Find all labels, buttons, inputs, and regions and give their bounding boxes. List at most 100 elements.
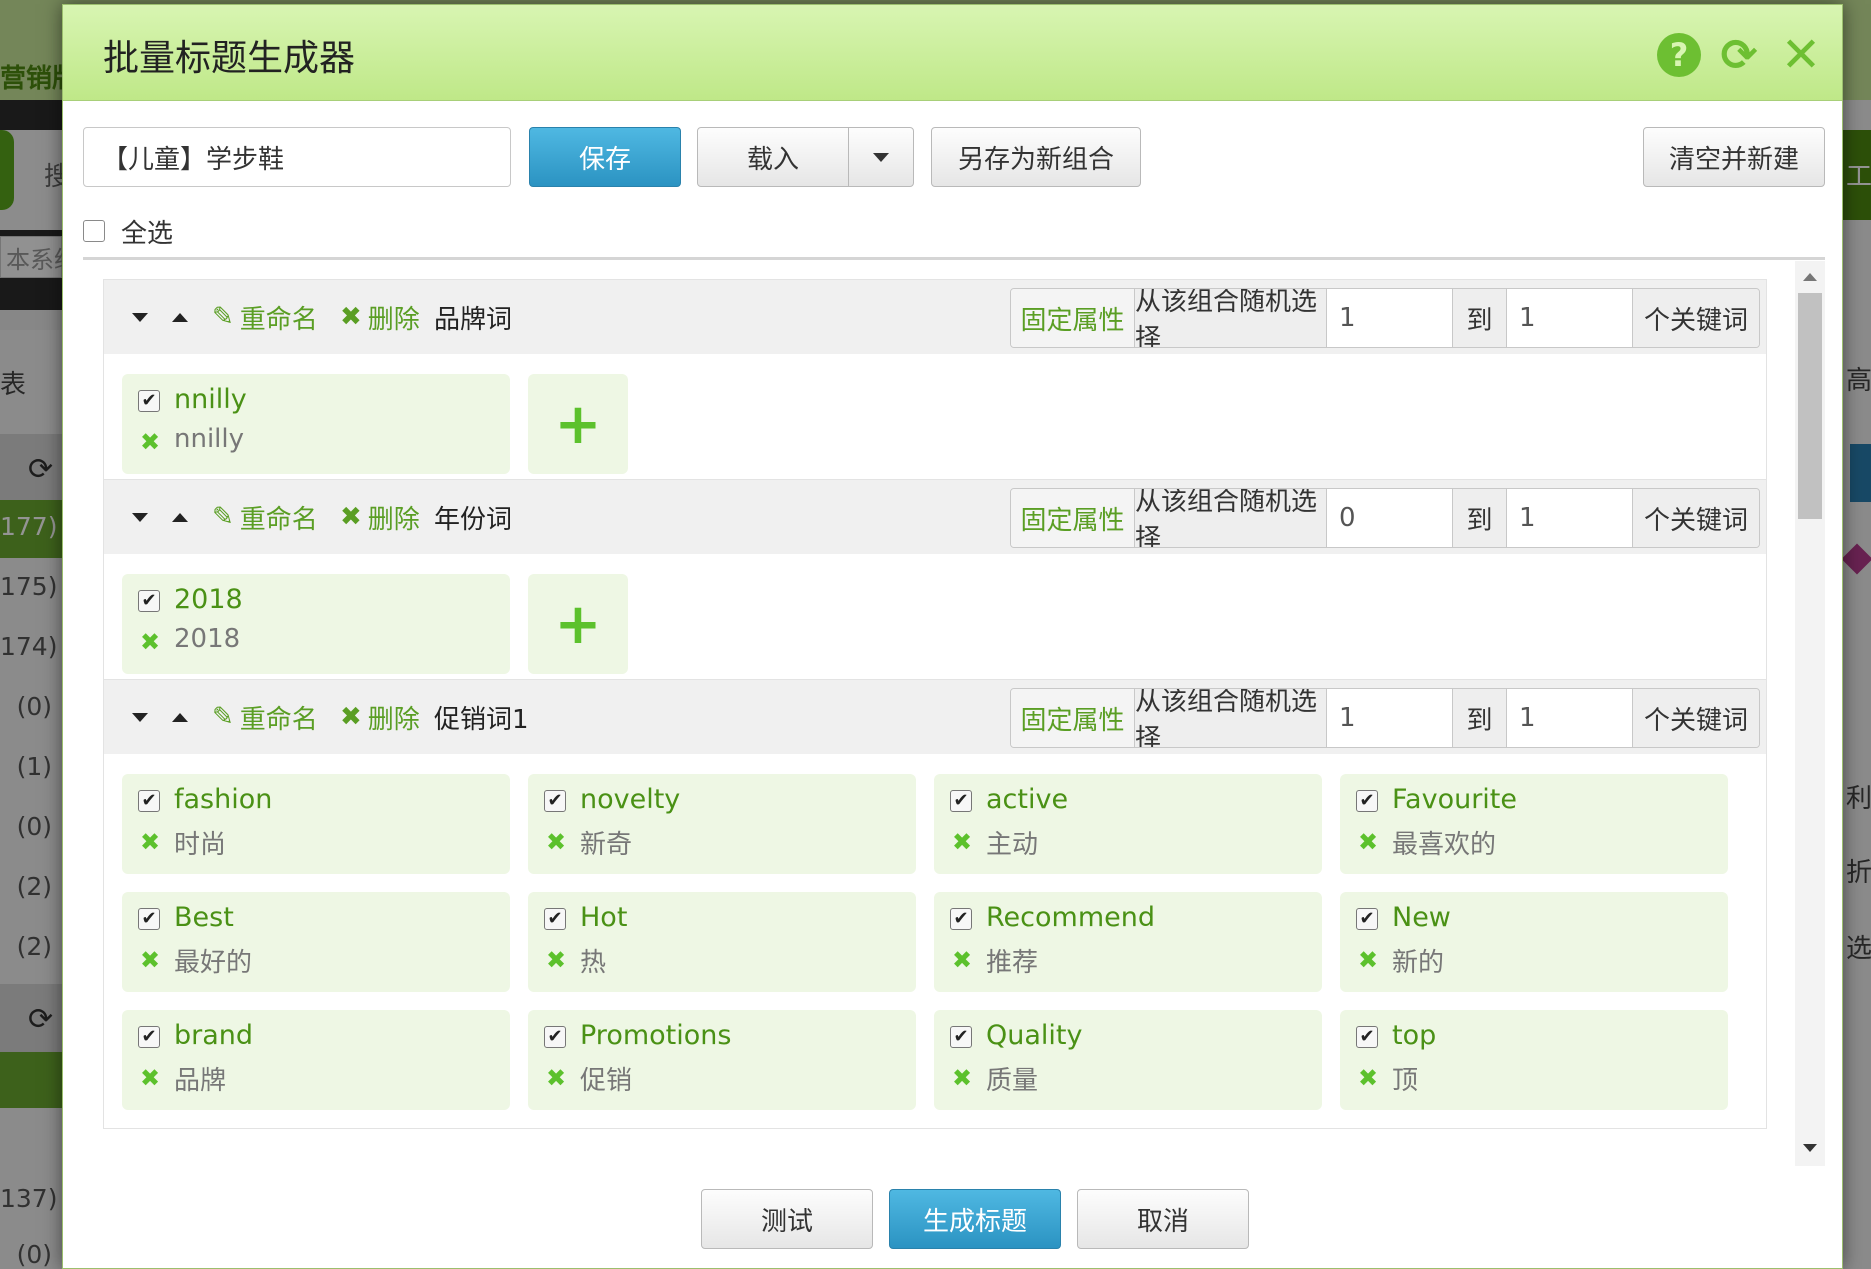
load-button[interactable]: 载入 bbox=[697, 127, 849, 187]
collapse-up-icon[interactable] bbox=[172, 680, 194, 754]
keyword-checkbox[interactable]: ✔ bbox=[138, 1026, 160, 1048]
remove-keyword-icon[interactable]: ✖ bbox=[140, 628, 160, 656]
keyword-word: Quality bbox=[986, 1020, 1083, 1051]
min-count-input[interactable]: 1 bbox=[1327, 689, 1453, 747]
divider bbox=[83, 257, 1825, 260]
close-icon[interactable]: ✕ bbox=[1779, 27, 1823, 83]
scrollbar-thumb[interactable] bbox=[1798, 293, 1822, 519]
max-count-input[interactable]: 1 bbox=[1507, 489, 1633, 547]
to-label: 到 bbox=[1453, 689, 1507, 747]
keyword-checkbox[interactable]: ✔ bbox=[950, 790, 972, 812]
cancel-button[interactable]: 取消 bbox=[1077, 1189, 1249, 1249]
vertical-scrollbar[interactable] bbox=[1795, 261, 1825, 1166]
rename-button[interactable]: ✎ 重命名 bbox=[212, 280, 318, 354]
remove-keyword-icon[interactable]: ✖ bbox=[952, 946, 972, 974]
expand-down-icon[interactable] bbox=[132, 480, 154, 554]
keyword-checkbox[interactable]: ✔ bbox=[544, 1026, 566, 1048]
keyword-card[interactable]: ✔ Favourite ✖ 最喜欢的 bbox=[1340, 774, 1728, 874]
refresh-icon[interactable]: ⟳ bbox=[1717, 30, 1761, 81]
collapse-up-icon[interactable] bbox=[172, 280, 194, 354]
collapse-up-icon[interactable] bbox=[172, 480, 194, 554]
fixed-attribute-button[interactable]: 固定属性 bbox=[1011, 689, 1135, 747]
keyword-card[interactable]: ✔ top ✖ 顶 bbox=[1340, 1010, 1728, 1110]
delete-label: 删除 bbox=[367, 304, 420, 335]
group-header: ✎ 重命名 ✖ 删除 促销词1 固定属性 从该组合随机选择 1 到 1 个关键词 bbox=[104, 680, 1766, 754]
delete-button[interactable]: ✖ 删除 bbox=[340, 680, 420, 754]
delete-button[interactable]: ✖ 删除 bbox=[340, 480, 420, 554]
min-count-input[interactable]: 1 bbox=[1327, 289, 1453, 347]
delete-icon: ✖ bbox=[340, 302, 362, 332]
group-body: ✔ nnilly ✖ nnilly + bbox=[104, 354, 1766, 492]
select-all[interactable]: 全选 bbox=[83, 213, 173, 249]
keyword-card[interactable]: ✔ active ✖ 主动 bbox=[934, 774, 1322, 874]
max-count-input[interactable]: 1 bbox=[1507, 689, 1633, 747]
keyword-card[interactable]: ✔ 2018 ✖ 2018 bbox=[122, 574, 510, 674]
to-label: 到 bbox=[1453, 489, 1507, 547]
select-all-checkbox[interactable] bbox=[83, 220, 105, 242]
fixed-attribute-button[interactable]: 固定属性 bbox=[1011, 489, 1135, 547]
generate-title-button[interactable]: 生成标题 bbox=[889, 1189, 1061, 1249]
add-keyword-button[interactable]: + bbox=[528, 574, 628, 674]
keyword-card[interactable]: ✔ fashion ✖ 时尚 bbox=[122, 774, 510, 874]
remove-keyword-icon[interactable]: ✖ bbox=[1358, 828, 1378, 856]
keyword-card[interactable]: ✔ New ✖ 新的 bbox=[1340, 892, 1728, 992]
plus-icon: + bbox=[554, 391, 602, 457]
keyword-card[interactable]: ✔ Promotions ✖ 促销 bbox=[528, 1010, 916, 1110]
remove-keyword-icon[interactable]: ✖ bbox=[1358, 946, 1378, 974]
rename-label: 重命名 bbox=[239, 304, 318, 335]
remove-keyword-icon[interactable]: ✖ bbox=[546, 1064, 566, 1092]
remove-keyword-icon[interactable]: ✖ bbox=[140, 946, 160, 974]
keyword-checkbox[interactable]: ✔ bbox=[138, 790, 160, 812]
keyword-group: ✎ 重命名 ✖ 删除 年份词 固定属性 从该组合随机选择 0 到 1 个关键词 ✔ 2018 ✖ 2018 + bbox=[103, 479, 1767, 693]
remove-keyword-icon[interactable]: ✖ bbox=[140, 828, 160, 856]
remove-keyword-icon[interactable]: ✖ bbox=[1358, 1064, 1378, 1092]
keyword-card[interactable]: ✔ Recommend ✖ 推荐 bbox=[934, 892, 1322, 992]
keyword-checkbox[interactable]: ✔ bbox=[950, 908, 972, 930]
add-keyword-button[interactable]: + bbox=[528, 374, 628, 474]
keyword-card[interactable]: ✔ Hot ✖ 热 bbox=[528, 892, 916, 992]
remove-keyword-icon[interactable]: ✖ bbox=[140, 428, 160, 456]
keyword-card[interactable]: ✔ nnilly ✖ nnilly bbox=[122, 374, 510, 474]
keyword-checkbox[interactable]: ✔ bbox=[544, 790, 566, 812]
keyword-card[interactable]: ✔ Best ✖ 最好的 bbox=[122, 892, 510, 992]
keyword-word: Recommend bbox=[986, 902, 1155, 933]
keyword-card[interactable]: ✔ novelty ✖ 新奇 bbox=[528, 774, 916, 874]
rename-button[interactable]: ✎ 重命名 bbox=[212, 480, 318, 554]
keyword-card[interactable]: ✔ brand ✖ 品牌 bbox=[122, 1010, 510, 1110]
keyword-card[interactable]: ✔ Quality ✖ 质量 bbox=[934, 1010, 1322, 1110]
combo-name-input[interactable] bbox=[83, 127, 511, 187]
keyword-word: Promotions bbox=[580, 1020, 732, 1051]
remove-keyword-icon[interactable]: ✖ bbox=[952, 828, 972, 856]
keyword-checkbox[interactable]: ✔ bbox=[544, 908, 566, 930]
keyword-checkbox[interactable]: ✔ bbox=[138, 390, 160, 412]
clear-and-new-button[interactable]: 清空并新建 bbox=[1643, 127, 1825, 187]
random-select-label: 从该组合随机选择 bbox=[1135, 689, 1327, 747]
max-count-input[interactable]: 1 bbox=[1507, 289, 1633, 347]
expand-down-icon[interactable] bbox=[132, 680, 154, 754]
help-icon[interactable]: ? bbox=[1657, 33, 1701, 77]
keyword-checkbox[interactable]: ✔ bbox=[1356, 790, 1378, 812]
rename-button[interactable]: ✎ 重命名 bbox=[212, 680, 318, 754]
remove-keyword-icon[interactable]: ✖ bbox=[546, 828, 566, 856]
group-header: ✎ 重命名 ✖ 删除 年份词 固定属性 从该组合随机选择 0 到 1 个关键词 bbox=[104, 480, 1766, 554]
keyword-translation: 品牌 bbox=[174, 1066, 227, 1096]
keyword-checkbox[interactable]: ✔ bbox=[1356, 1026, 1378, 1048]
test-button[interactable]: 测试 bbox=[701, 1189, 873, 1249]
keyword-checkbox[interactable]: ✔ bbox=[138, 590, 160, 612]
expand-down-icon[interactable] bbox=[132, 280, 154, 354]
scroll-up-icon[interactable] bbox=[1803, 273, 1817, 281]
fixed-attribute-button[interactable]: 固定属性 bbox=[1011, 289, 1135, 347]
remove-keyword-icon[interactable]: ✖ bbox=[546, 946, 566, 974]
min-count-input[interactable]: 0 bbox=[1327, 489, 1453, 547]
keyword-checkbox[interactable]: ✔ bbox=[138, 908, 160, 930]
load-dropdown-button[interactable] bbox=[848, 127, 914, 187]
remove-keyword-icon[interactable]: ✖ bbox=[140, 1064, 160, 1092]
keyword-checkbox[interactable]: ✔ bbox=[1356, 908, 1378, 930]
scroll-down-icon[interactable] bbox=[1803, 1144, 1817, 1152]
remove-keyword-icon[interactable]: ✖ bbox=[952, 1064, 972, 1092]
delete-button[interactable]: ✖ 删除 bbox=[340, 280, 420, 354]
save-button[interactable]: 保存 bbox=[529, 127, 681, 187]
keyword-checkbox[interactable]: ✔ bbox=[950, 1026, 972, 1048]
save-as-new-button[interactable]: 另存为新组合 bbox=[931, 127, 1141, 187]
groups-scroll-area[interactable]: ✎ 重命名 ✖ 删除 品牌词 固定属性 从该组合随机选择 1 到 1 个关键词 ✔ nnilly ✖ nni… bbox=[83, 261, 1825, 1166]
